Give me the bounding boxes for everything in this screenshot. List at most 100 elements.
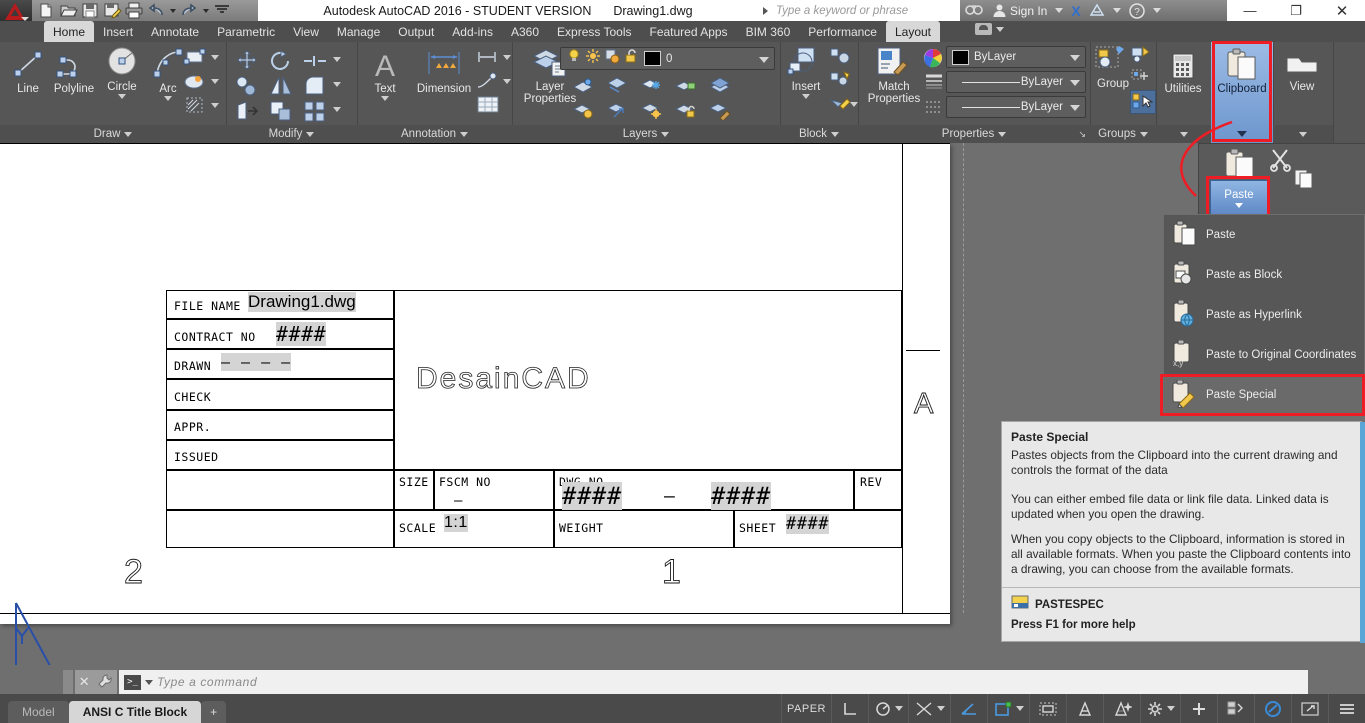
customization-icon[interactable] — [1328, 694, 1365, 723]
array-dropdown-icon[interactable] — [333, 107, 341, 112]
tab-performance[interactable]: Performance — [799, 21, 886, 42]
a360-dropdown-icon[interactable] — [1109, 0, 1125, 21]
layout-tab-add-button[interactable]: + — [201, 701, 227, 723]
chevron-down-icon[interactable] — [996, 26, 1004, 32]
hardware-acceleration-dropdown-icon[interactable] — [1167, 706, 1175, 711]
leader-dropdown-icon[interactable] — [503, 79, 511, 84]
open-icon[interactable] — [58, 1, 78, 20]
layer-unisolate-button[interactable] — [606, 75, 630, 100]
leader-button[interactable] — [475, 72, 501, 95]
cut-icon[interactable] — [1269, 148, 1295, 177]
layer-thaw-all-button[interactable] — [640, 100, 664, 125]
panel-title-groups[interactable]: Groups — [1090, 125, 1156, 143]
search-input[interactable]: Type a keyword or phrase — [772, 5, 960, 17]
ellipse-dropdown-icon[interactable] — [211, 79, 219, 84]
insert-dropdown-icon[interactable] — [802, 94, 810, 99]
menu-item-paste-as-block[interactable]: Paste as Block — [1164, 255, 1364, 295]
autodesk-a360-icon[interactable] — [1085, 0, 1109, 21]
undo-icon[interactable] — [146, 1, 166, 20]
tab-layout[interactable]: Layout — [885, 21, 940, 42]
layer-merge-button[interactable] — [606, 100, 630, 125]
customize-qat-icon[interactable] — [212, 1, 232, 20]
layer-color-swatch[interactable] — [644, 51, 661, 66]
menu-item-paste-to-original-coordinates[interactable]: x,y Paste to Original Coordinates — [1164, 335, 1364, 375]
undo-dropdown-icon[interactable] — [168, 1, 177, 20]
tab-addins[interactable]: Add-ins — [443, 21, 502, 42]
layer-on-icon[interactable] — [566, 48, 582, 69]
panel-title-layers[interactable]: Layers — [512, 125, 780, 143]
menu-item-paste[interactable]: Paste — [1164, 215, 1364, 255]
help-dropdown-icon[interactable] — [1149, 0, 1165, 21]
command-customize-icon[interactable] — [97, 673, 113, 692]
osnap-dropdown-icon[interactable] — [937, 706, 945, 711]
dimension-style-dropdown-icon[interactable] — [503, 55, 511, 60]
redo-dropdown-icon[interactable] — [201, 1, 210, 20]
command-input-area[interactable]: >_ Type a command — [119, 670, 1308, 694]
new-icon[interactable] — [36, 1, 56, 20]
hatch-dropdown-icon[interactable] — [211, 103, 219, 108]
clean-screen-icon[interactable] — [1254, 694, 1291, 723]
tab-a360[interactable]: A360 — [502, 21, 548, 42]
edit-attribute-button[interactable] — [829, 70, 853, 93]
add-tool-icon[interactable] — [1180, 694, 1217, 723]
ribbon-display-options[interactable] — [975, 23, 1004, 35]
arc-dropdown-icon[interactable] — [164, 96, 172, 101]
tab-parametric[interactable]: Parametric — [208, 21, 284, 42]
tab-insert[interactable]: Insert — [94, 21, 142, 42]
layer-viewport-freeze-icon[interactable] — [604, 48, 620, 69]
object-snap-tracking-icon[interactable] — [950, 694, 987, 723]
linetype-combo-dropdown-icon[interactable] — [1070, 80, 1080, 86]
command-history-dropdown-icon[interactable] — [145, 679, 153, 685]
scale-button[interactable] — [268, 99, 294, 128]
isolate-objects-icon[interactable] — [1029, 694, 1066, 723]
view-button[interactable]: View — [1277, 52, 1327, 93]
rectangle-button[interactable] — [183, 47, 207, 72]
fullscreen-icon[interactable] — [1291, 694, 1328, 723]
restore-button[interactable]: ❐ — [1273, 0, 1319, 21]
array-button[interactable] — [302, 99, 328, 128]
exchange-apps-icon[interactable]: X — [1067, 0, 1084, 21]
trim-dropdown-icon[interactable] — [333, 57, 341, 62]
sign-in-button[interactable]: Sign In — [988, 0, 1051, 21]
layout-tab-model[interactable]: Model — [8, 701, 69, 723]
utilities-button[interactable]: Utilities — [1158, 52, 1208, 95]
tab-home[interactable]: Home — [44, 21, 95, 42]
text-dropdown-icon[interactable] — [381, 96, 389, 101]
fillet-dropdown-icon[interactable] — [333, 82, 341, 87]
tab-featured-apps[interactable]: Featured Apps — [641, 21, 737, 42]
polyline-button[interactable]: Polyline — [48, 46, 100, 95]
color-combo-dropdown-icon[interactable] — [1070, 55, 1080, 61]
ellipse-button[interactable] — [183, 71, 207, 96]
tab-annotate[interactable]: Annotate — [142, 21, 208, 42]
dimension-button[interactable]: Dimension — [411, 46, 477, 95]
command-input[interactable]: Type a command — [157, 675, 257, 689]
object-snap-icon[interactable] — [908, 694, 950, 723]
lineweight-combo[interactable]: ByLayer — [946, 96, 1086, 118]
dimension-style-button[interactable] — [475, 48, 501, 71]
layer-control-combo[interactable]: 0 — [560, 47, 775, 70]
group-selection-on-button[interactable] — [1130, 90, 1156, 114]
lineweight-combo-dropdown-icon[interactable] — [1070, 105, 1080, 111]
line-button[interactable]: Line — [2, 46, 54, 95]
panel-title-view[interactable] — [1273, 125, 1333, 143]
tab-bim360[interactable]: BIM 360 — [737, 21, 800, 42]
save-icon[interactable] — [80, 1, 100, 20]
annotation-visibility-dropdown-icon[interactable] — [1016, 706, 1024, 711]
object-color-combo[interactable]: ByLayer — [946, 46, 1086, 68]
table-button[interactable] — [475, 95, 501, 120]
annotation-visibility-icon[interactable] — [987, 694, 1029, 723]
annotation-autoscale-icon[interactable] — [1103, 694, 1140, 723]
panel-title-utilities[interactable] — [1156, 125, 1211, 143]
layout-tab-ansi-c-title-block[interactable]: ANSI C Title Block — [68, 701, 202, 723]
plot-icon[interactable] — [124, 1, 144, 20]
tab-express-tools[interactable]: Express Tools — [548, 21, 640, 42]
properties-dialog-launcher[interactable]: ↘ — [1078, 129, 1086, 140]
ribbon-minimize-icon[interactable] — [975, 23, 992, 35]
match-properties-button[interactable]: Match Properties — [862, 46, 926, 105]
layer-combo-dropdown-icon[interactable] — [759, 56, 769, 63]
linetype-combo[interactable]: ByLayer — [946, 71, 1086, 93]
layer-turn-on-button[interactable] — [572, 100, 596, 125]
tab-manage[interactable]: Manage — [328, 21, 389, 42]
group-edit-button[interactable] — [1130, 68, 1152, 91]
command-close-icon[interactable]: ✕ — [79, 674, 90, 690]
